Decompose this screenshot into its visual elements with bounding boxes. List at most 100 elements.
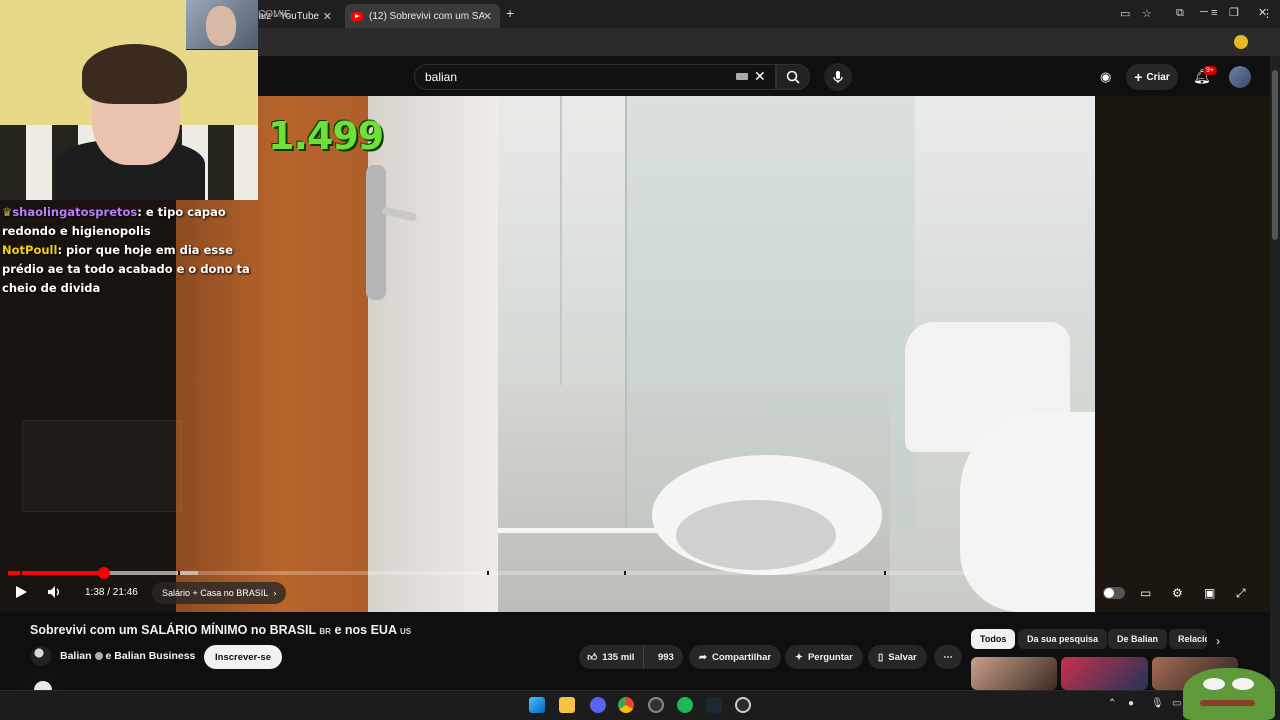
like-count: 135 mil: [602, 651, 635, 663]
clear-search-icon[interactable]: ✕: [754, 68, 766, 85]
browser-tab-active[interactable]: (12) Sobrevivi com um SALÁRIO ✕: [345, 4, 500, 28]
restore-icon[interactable]: ❐: [1229, 6, 1239, 19]
more-horizontal-icon: ⋯: [943, 651, 953, 663]
plus-icon: +: [1134, 69, 1143, 85]
chapter-label: Salário + Casa no BRASIL: [162, 588, 269, 598]
windows-taskbar: [0, 690, 1280, 720]
discord-icon[interactable]: [590, 697, 606, 713]
faded-overlay-panel: [22, 420, 182, 512]
comments-count[interactable]: 993: [649, 652, 683, 663]
youtube-favicon-icon: [351, 11, 363, 21]
streamer-hair: [82, 44, 187, 104]
chapter-marker: [487, 571, 489, 575]
verified-icon: [94, 652, 103, 661]
time-display: 1:38 / 21:46: [85, 587, 138, 598]
related-video-thumbnail[interactable]: [971, 657, 1057, 690]
scrollbar-thumb[interactable]: [1272, 70, 1278, 240]
channel-name-text[interactable]: Balian: [60, 650, 92, 662]
voice-search-button[interactable]: [824, 63, 852, 91]
bookmark-icon: ▯: [878, 651, 884, 663]
tab-title: (12) Sobrevivi com um SALÁRIO: [369, 10, 484, 22]
video-letterbox-right: [1095, 96, 1270, 612]
search-value[interactable]: balian: [425, 70, 457, 84]
tab-close-icon[interactable]: ✕: [483, 10, 492, 23]
tray-mic-icon[interactable]: 🎙︎: [1151, 698, 1164, 709]
cast-icon[interactable]: ▭: [1120, 7, 1130, 20]
chrome-icon[interactable]: [618, 697, 634, 713]
chevron-right-icon[interactable]: ›: [1216, 634, 1220, 648]
extensions-icon[interactable]: ⧉: [1176, 7, 1184, 20]
theater-mode-icon[interactable]: ▣: [1204, 586, 1215, 600]
sparkle-icon: ✦: [795, 651, 803, 663]
windows-start-icon[interactable]: [529, 697, 545, 713]
chapter-marker: [178, 571, 180, 575]
pepe-mouth: [1200, 700, 1255, 706]
related-video-thumbnail[interactable]: [1061, 657, 1148, 690]
obs-icon[interactable]: [648, 697, 664, 713]
ask-button[interactable]: ✦ Perguntar: [785, 645, 863, 669]
eye-icon[interactable]: ◉: [1100, 69, 1111, 85]
video-frame-doorframe: [368, 96, 498, 612]
chat-message: NotPoull: pior que hoje em dia esse préd…: [2, 243, 250, 295]
autoplay-toggle[interactable]: [1103, 587, 1125, 599]
stream-chat-overlay: ♛shaolingatospretos: e tipo capao redond…: [2, 203, 252, 298]
pip-face: [206, 6, 236, 46]
chapter-marker: [884, 571, 886, 575]
app-icon[interactable]: [735, 697, 751, 713]
minimize-icon[interactable]: ─: [1200, 6, 1208, 18]
subscribe-button[interactable]: Inscrever-se: [204, 645, 282, 669]
tab-close-icon[interactable]: ✕: [323, 10, 332, 23]
create-label: Criar: [1146, 71, 1170, 83]
tray-network-icon[interactable]: ▭: [1172, 698, 1181, 709]
bookmark-star-icon[interactable]: ☆: [1142, 7, 1152, 20]
notification-badge: 9+: [1203, 66, 1217, 75]
thumbs-up-icon: 👍︎: [587, 652, 598, 663]
save-button[interactable]: ▯ Salvar: [868, 645, 927, 669]
more-actions-button[interactable]: ⋯: [934, 645, 962, 669]
video-title-text: Sobrevivi com um SALÁRIO MÍNIMO no BRASI…: [30, 623, 316, 637]
chat-username: NotPoull: [2, 243, 58, 257]
chip-from-search[interactable]: Da sua pesquisa: [1018, 629, 1108, 649]
tray-app-icon[interactable]: ●: [1128, 698, 1134, 709]
progress-played: [8, 571, 104, 575]
channel-collab-text[interactable]: e Balian Business: [106, 650, 196, 662]
chip-from-balian[interactable]: De Balian: [1108, 629, 1168, 649]
file-explorer-icon[interactable]: [559, 697, 575, 713]
settings-gear-icon[interactable]: ⚙: [1172, 586, 1183, 600]
subtitles-icon[interactable]: ▭: [1140, 586, 1151, 600]
new-tab-icon[interactable]: +: [506, 5, 514, 21]
search-input[interactable]: [414, 64, 776, 90]
share-button[interactable]: ➦ Compartilhar: [689, 645, 782, 669]
overlay-score: 1.499: [268, 114, 384, 158]
spotify-icon[interactable]: [677, 697, 693, 713]
media-control-icon[interactable]: ≡: [1211, 7, 1217, 19]
steam-icon[interactable]: [706, 697, 722, 713]
tile-line: [560, 96, 562, 396]
ask-label: Perguntar: [807, 651, 853, 663]
search-button[interactable]: [776, 64, 810, 90]
chat-badge-icon: ♛: [2, 205, 13, 219]
chip-all[interactable]: Todos: [971, 629, 1016, 649]
create-button[interactable]: + Criar: [1126, 64, 1178, 90]
account-avatar[interactable]: [1229, 66, 1251, 88]
play-button[interactable]: [14, 585, 28, 602]
browser-menu-icon[interactable]: ⋮: [1262, 7, 1273, 20]
share-label: Compartilhar: [711, 651, 772, 663]
volume-button[interactable]: [47, 585, 63, 602]
browser-profile-avatar[interactable]: [1234, 35, 1248, 49]
video-frame-toilet-inner: [676, 500, 836, 570]
video-title: Sobrevivi com um SALÁRIO MÍNIMO no BRASI…: [30, 623, 411, 637]
keyboard-icon[interactable]: [736, 73, 748, 80]
fullscreen-icon[interactable]: ⤢: [1236, 586, 1246, 601]
flag-br: BR: [319, 627, 331, 636]
tray-chevron-up-icon[interactable]: ⌃: [1108, 698, 1116, 709]
channel-avatar[interactable]: [31, 646, 51, 666]
chip-related[interactable]: Relacionados: [1169, 629, 1207, 649]
chapter-marker: [20, 571, 22, 575]
progress-scrubber-handle[interactable]: [97, 567, 110, 579]
like-button[interactable]: 👍︎ 135 mil: [579, 645, 644, 669]
chapter-button[interactable]: Salário + Casa no BRASIL ›: [152, 582, 287, 604]
channel-name[interactable]: Balian e Balian Business: [60, 650, 195, 662]
flag-us: US: [400, 627, 412, 636]
address-text[interactable]: COMIE: [258, 9, 291, 20]
